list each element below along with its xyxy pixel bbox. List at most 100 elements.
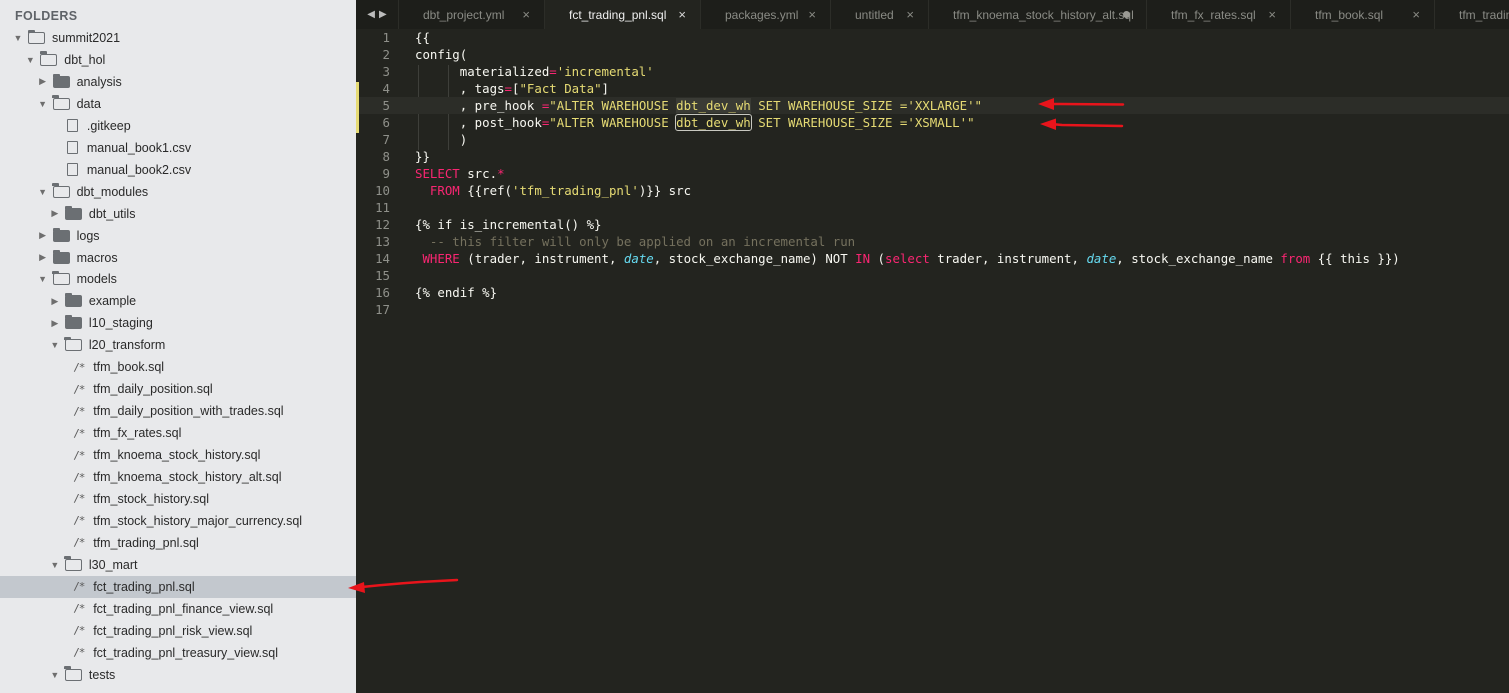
folder-open-icon: [64, 556, 82, 571]
sql-file-icon: /*: [73, 470, 85, 484]
tree-folder[interactable]: ▶ macros: [0, 247, 356, 269]
editor-tab[interactable]: tfm_tradin: [1434, 0, 1509, 29]
code-line[interactable]: 12 {% if is_incremental() %}: [356, 216, 1509, 233]
code-line[interactable]: 14 WHERE (trader, instrument, date, stoc…: [356, 250, 1509, 267]
code-line[interactable]: 15: [356, 267, 1509, 284]
disclosure-closed-icon[interactable]: ▶: [37, 252, 49, 263]
disclosure-closed-icon[interactable]: ▶: [49, 318, 61, 329]
disclosure-open-icon[interactable]: ▼: [12, 33, 24, 43]
tab-prev-icon[interactable]: ◀: [367, 9, 375, 20]
disclosure-open-icon[interactable]: ▼: [37, 187, 49, 197]
code-line[interactable]: 5 , pre_hook ="ALTER WAREHOUSE dbt_dev_w…: [356, 97, 1509, 114]
tree-folder[interactable]: ▶ l10_staging: [0, 312, 356, 334]
disclosure-open-icon[interactable]: ▼: [37, 99, 49, 109]
tree-folder[interactable]: ▼ dbt_hol: [0, 49, 356, 71]
tree-file[interactable]: manual_book1.csv: [0, 137, 356, 159]
tree-folder[interactable]: ▼ dbt_modules: [0, 181, 356, 203]
tree-file[interactable]: /* fct_trading_pnl_treasury_view.sql: [0, 642, 356, 664]
tree-item-label: fct_trading_pnl.sql: [93, 579, 195, 594]
code-line[interactable]: 10 FROM {{ref('tfm_trading_pnl')}} src: [356, 182, 1509, 199]
code-token: 'incremental': [556, 64, 654, 79]
tree-folder[interactable]: ▶ example: [0, 290, 356, 312]
editor-tab[interactable]: packages.yml ×: [700, 0, 830, 29]
code-token: )}} src: [638, 183, 692, 198]
tree-folder[interactable]: ▼ l20_transform: [0, 334, 356, 356]
unsaved-dot-icon[interactable]: [1123, 11, 1130, 18]
tree-file[interactable]: /* tfm_stock_history_major_currency.sql: [0, 510, 356, 532]
disclosure-closed-icon[interactable]: ▶: [49, 296, 61, 307]
tree-folder[interactable]: ▼ summit2021: [0, 27, 356, 49]
line-number: 10: [375, 183, 390, 198]
code-line[interactable]: 8}}: [356, 148, 1509, 165]
code-text: }}: [415, 148, 430, 165]
code-line[interactable]: 6 , post_hook="ALTER WAREHOUSE dbt_dev_w…: [356, 114, 1509, 131]
line-number: 13: [375, 234, 390, 249]
code-line[interactable]: 2 config(: [356, 46, 1509, 63]
tree-folder[interactable]: ▶ dbt_utils: [0, 203, 356, 225]
tree-file[interactable]: /* tfm_daily_position.sql: [0, 378, 356, 400]
code-line[interactable]: 4 , tags=["Fact Data"]: [356, 80, 1509, 97]
tab-close-icon[interactable]: ×: [808, 7, 816, 22]
disclosure-open-icon[interactable]: ▼: [49, 340, 61, 350]
tree-file[interactable]: /* tfm_daily_position_with_trades.sql: [0, 400, 356, 422]
tree-folder[interactable]: ▼ data: [0, 93, 356, 115]
tree-item-label: l10_staging: [88, 316, 153, 331]
editor-tab[interactable]: tfm_book.sql ×: [1290, 0, 1434, 29]
code-line[interactable]: 7 ): [356, 131, 1509, 148]
tree-file[interactable]: /* tfm_book.sql: [0, 356, 356, 378]
tree-file[interactable]: /* tfm_knoema_stock_history_alt.sql: [0, 466, 356, 488]
disclosure-open-icon[interactable]: ▼: [37, 274, 49, 284]
tree-file[interactable]: .gitkeep: [0, 115, 356, 137]
file-icon: [66, 141, 78, 155]
editor-tab[interactable]: fct_trading_pnl.sql ×: [544, 0, 700, 29]
disclosure-closed-icon[interactable]: ▶: [49, 208, 61, 219]
editor-tab[interactable]: tfm_knoema_stock_history_alt.sql: [928, 0, 1146, 29]
tree-file[interactable]: /* fct_trading_pnl.sql: [0, 575, 356, 598]
editor-tab[interactable]: dbt_project.yml ×: [398, 0, 544, 29]
folder-open-icon: [64, 336, 82, 352]
disclosure-open-icon[interactable]: ▼: [49, 670, 61, 680]
tree-file[interactable]: /* fct_trading_pnl_finance_view.sql: [0, 598, 356, 620]
tab-close-icon[interactable]: ×: [1268, 7, 1276, 22]
code-token: trader, instrument,: [929, 251, 1087, 266]
code-line[interactable]: 3 materialized='incremental': [356, 63, 1509, 80]
tree-folder[interactable]: ▶ logs: [0, 225, 356, 247]
code-line[interactable]: 1 {{: [356, 29, 1509, 46]
tab-next-icon[interactable]: ▶: [379, 9, 387, 20]
code-line[interactable]: 16 {% endif %}: [356, 284, 1509, 301]
code-line[interactable]: 17: [356, 301, 1509, 318]
code-line[interactable]: 9 SELECT src.*: [356, 165, 1509, 182]
tree-folder[interactable]: ▶ analysis: [0, 71, 356, 93]
code-token: , pre_hook: [415, 98, 542, 113]
tree-item-label: tfm_fx_rates.sql: [93, 426, 182, 441]
tab-close-icon[interactable]: ×: [906, 7, 914, 22]
code-line[interactable]: 11: [356, 199, 1509, 216]
editor-tab[interactable]: untitled ×: [830, 0, 928, 29]
editor-tab[interactable]: tfm_fx_rates.sql ×: [1146, 0, 1290, 29]
modified-lines-marker: [356, 82, 359, 133]
disclosure-open-icon[interactable]: ▼: [49, 560, 61, 570]
disclosure-closed-icon[interactable]: ▶: [37, 230, 49, 241]
code-line[interactable]: 13 -- this filter will only be applied o…: [356, 233, 1509, 250]
disclosure-closed-icon[interactable]: ▶: [37, 76, 49, 87]
tree-folder[interactable]: ▼ tests: [0, 664, 356, 686]
tree-file[interactable]: /* tfm_knoema_stock_history.sql: [0, 444, 356, 466]
code-token: , stock_exchange_name: [1116, 251, 1281, 266]
tree-file[interactable]: /* fct_trading_pnl_risk_view.sql: [0, 620, 356, 642]
tree-folder[interactable]: ▼ models: [0, 268, 356, 290]
code-token: WHERE: [422, 251, 460, 266]
tree-file[interactable]: /* tfm_trading_pnl.sql: [0, 532, 356, 554]
tree-folder[interactable]: ▼ l30_mart: [0, 554, 356, 576]
code-editor[interactable]: 1{{2 config(3 materialized='incremental' 4…: [356, 29, 1509, 693]
tab-navigation: ◀ ▶: [356, 0, 398, 29]
code-token: date: [1086, 251, 1117, 266]
code-token: "Fact Data": [519, 81, 602, 96]
tree-file[interactable]: manual_book2.csv: [0, 159, 356, 181]
tree-file[interactable]: /* tfm_fx_rates.sql: [0, 422, 356, 444]
code-token: SET WAREHOUSE_SIZE ='XSMALL'": [750, 115, 975, 130]
tab-close-icon[interactable]: ×: [522, 7, 530, 22]
tab-close-icon[interactable]: ×: [1412, 7, 1420, 22]
tab-close-icon[interactable]: ×: [678, 7, 686, 22]
tree-file[interactable]: /* tfm_stock_history.sql: [0, 488, 356, 510]
disclosure-open-icon[interactable]: ▼: [24, 55, 36, 65]
